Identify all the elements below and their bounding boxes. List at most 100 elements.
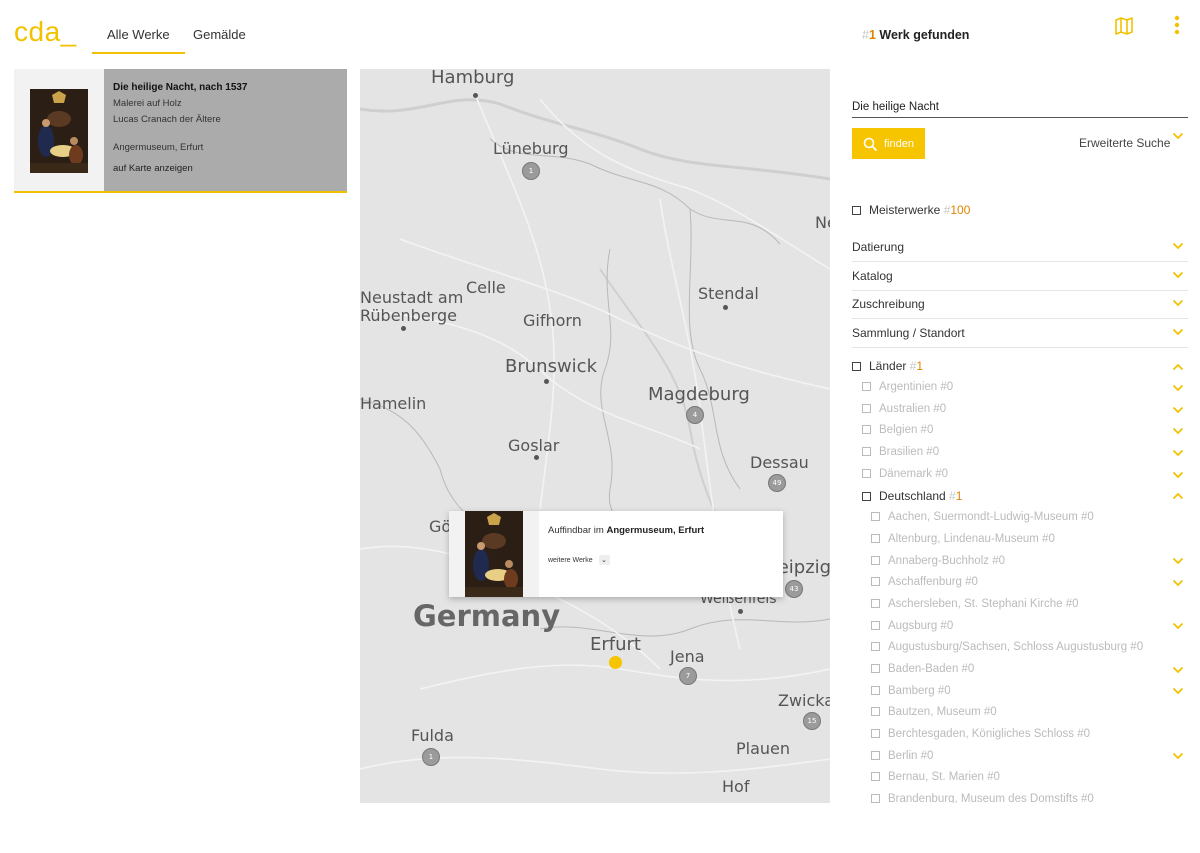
checkbox[interactable] <box>871 794 880 803</box>
filter-place[interactable]: Berchtesgaden, Königliches Schloss #0 <box>871 728 1090 740</box>
checkbox[interactable] <box>862 492 871 502</box>
checkbox[interactable] <box>871 707 880 717</box>
filter-country[interactable]: Argentinien #0 <box>862 381 953 393</box>
popup-thumbnail[interactable] <box>465 511 523 597</box>
chevron-down-icon[interactable] <box>1172 557 1184 565</box>
checkbox[interactable] <box>862 382 871 392</box>
chevron-down-icon[interactable] <box>1172 449 1184 457</box>
chevron-down-icon[interactable] <box>1172 579 1184 587</box>
filter-place[interactable]: Annaberg-Buchholz #0 <box>871 555 1005 567</box>
checkbox[interactable] <box>862 425 871 435</box>
map[interactable]: Hamburg Lüneburg Celle Stendal Neustadt … <box>360 69 830 803</box>
filter-label: Bautzen, Museum #0 <box>888 706 997 718</box>
chevron-down-icon[interactable] <box>1172 471 1184 479</box>
checkbox[interactable] <box>852 362 861 372</box>
filter-deutschland[interactable]: Deutschland #1 <box>862 489 962 503</box>
filter-laender[interactable]: Länder #1 <box>852 359 923 373</box>
more-vertical-icon[interactable] <box>1172 14 1182 36</box>
location-marker[interactable] <box>609 656 622 669</box>
filter-country[interactable]: Belgien #0 <box>862 424 933 436</box>
city-label: Gifhorn <box>523 311 582 330</box>
map-cluster[interactable]: 49 <box>768 474 786 492</box>
checkbox[interactable] <box>871 751 880 761</box>
filter-place[interactable]: Berlin #0 <box>871 750 933 762</box>
more-works-label: weitere Werke <box>548 556 593 564</box>
checkbox[interactable] <box>852 206 861 216</box>
chevron-down-icon[interactable] <box>1172 271 1184 279</box>
filter-place[interactable]: Aschaffenburg #0 <box>871 576 978 588</box>
filter-country[interactable]: Brasilien #0 <box>862 446 939 458</box>
checkbox[interactable] <box>871 772 880 782</box>
map-cluster[interactable]: 1 <box>422 748 440 766</box>
result-hash: # <box>862 28 869 42</box>
filter-label: Brasilien #0 <box>879 446 940 458</box>
checkbox[interactable] <box>871 642 880 652</box>
advanced-search-toggle[interactable]: Erweiterte Suche <box>1079 136 1170 150</box>
filter-place[interactable]: Bernau, St. Marien #0 <box>871 771 1000 783</box>
checkbox[interactable] <box>871 577 880 587</box>
map-popup[interactable]: Auffindbar im Angermuseum, Erfurt weiter… <box>449 511 783 597</box>
show-on-map-link[interactable]: auf Karte anzeigen <box>113 163 338 174</box>
map-cluster[interactable]: 1 <box>522 162 540 180</box>
chevron-down-icon[interactable] <box>1172 299 1184 307</box>
chevron-down-icon[interactable] <box>1172 406 1184 414</box>
filter-place[interactable]: Altenburg, Lindenau-Museum #0 <box>871 533 1055 545</box>
chevron-down-icon[interactable] <box>1172 752 1184 760</box>
count-number: 100 <box>950 203 971 217</box>
map-cluster[interactable]: 4 <box>686 406 704 424</box>
more-works-dropdown[interactable]: weitere Werke ⌄ <box>548 555 610 565</box>
checkbox[interactable] <box>871 599 880 609</box>
search-input[interactable] <box>852 96 1188 118</box>
chevron-down-icon[interactable] <box>1172 384 1184 392</box>
filter-country[interactable]: Australien #0 <box>862 403 946 415</box>
section-datierung[interactable]: Datierung <box>852 233 1188 262</box>
map-cluster[interactable]: 7 <box>679 667 697 685</box>
checkbox[interactable] <box>862 447 871 457</box>
checkbox[interactable] <box>871 729 880 739</box>
filter-place[interactable]: Aachen, Suermondt-Ludwig-Museum #0 <box>871 511 1094 523</box>
checkbox[interactable] <box>862 469 871 479</box>
checkbox[interactable] <box>871 686 880 696</box>
checkbox[interactable] <box>871 664 880 674</box>
chevron-down-icon[interactable] <box>1172 242 1184 250</box>
chevron-down-icon[interactable] <box>1172 328 1184 336</box>
chevron-down-icon[interactable] <box>1172 687 1184 695</box>
section-zuschreibung[interactable]: Zuschreibung <box>852 290 1188 319</box>
checkbox[interactable] <box>871 512 880 522</box>
filter-label: Berchtesgaden, Königliches Schloss #0 <box>888 728 1091 740</box>
map-icon[interactable] <box>1114 16 1134 36</box>
chevron-up-icon[interactable] <box>1172 492 1184 500</box>
filter-place[interactable]: Augsburg #0 <box>871 620 953 632</box>
section-katalog[interactable]: Katalog <box>852 262 1188 291</box>
map-cluster[interactable]: 15 <box>803 712 821 730</box>
result-card[interactable]: Die heilige Nacht, nach 1537 Malerei auf… <box>14 69 347 193</box>
checkbox[interactable] <box>871 621 880 631</box>
chevron-down-icon[interactable] <box>1172 132 1184 140</box>
checkbox[interactable] <box>862 404 871 414</box>
section-sammlung-standort[interactable]: Sammlung / Standort <box>852 319 1188 348</box>
artwork-title[interactable]: Die heilige Nacht, nach 1537 <box>113 82 338 93</box>
checkbox[interactable] <box>871 556 880 566</box>
logo[interactable]: cda_ <box>14 16 77 48</box>
chevron-down-icon[interactable] <box>1172 622 1184 630</box>
chevron-down-icon[interactable]: ⌄ <box>598 555 610 565</box>
count-hash: # <box>949 489 956 503</box>
filter-masterworks[interactable]: Meisterwerke #100 <box>852 203 970 217</box>
filter-place[interactable]: Aschersleben, St. Stephani Kirche #0 <box>871 598 1079 610</box>
city-label: Jena <box>670 647 705 666</box>
filter-country[interactable]: Dänemark #0 <box>862 468 948 480</box>
filter-place[interactable]: Bautzen, Museum #0 <box>871 706 997 718</box>
chevron-down-icon[interactable] <box>1172 666 1184 674</box>
chevron-up-icon[interactable] <box>1172 363 1184 371</box>
filter-place[interactable]: Bamberg #0 <box>871 685 951 697</box>
find-button[interactable]: finden <box>852 128 925 159</box>
tab-alle-werke[interactable]: Alle Werke <box>92 27 185 54</box>
checkbox[interactable] <box>871 534 880 544</box>
chevron-down-icon[interactable] <box>1172 427 1184 435</box>
map-cluster[interactable]: 43 <box>785 580 803 598</box>
filter-place[interactable]: Brandenburg, Museum des Domstifts #0 <box>871 793 1094 803</box>
tab-gemaelde[interactable]: Gemälde <box>193 27 246 52</box>
filter-place[interactable]: Augustusburg/Sachsen, Schloss Augustusbu… <box>871 641 1143 653</box>
filter-place[interactable]: Baden-Baden #0 <box>871 663 974 675</box>
artwork-thumbnail[interactable] <box>30 89 88 173</box>
